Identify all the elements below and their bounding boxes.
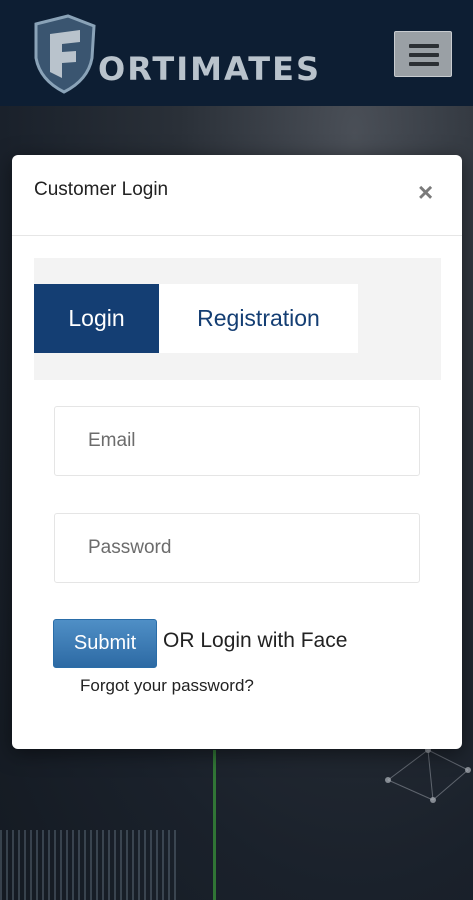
tab-login[interactable]: Login xyxy=(34,284,159,353)
background-bars xyxy=(0,830,180,900)
background-light-streak xyxy=(213,750,216,900)
auth-tabs: Login Registration xyxy=(34,258,441,380)
modal-title: Customer Login xyxy=(34,179,169,200)
hamburger-icon xyxy=(409,44,439,48)
email-field[interactable] xyxy=(54,406,420,476)
top-navbar: ORTIMATES xyxy=(0,0,473,106)
password-field[interactable] xyxy=(54,513,420,583)
hamburger-icon xyxy=(409,62,439,66)
modal-header: Customer Login × xyxy=(12,155,462,236)
close-icon[interactable]: × xyxy=(418,177,433,208)
menu-toggle-button[interactable] xyxy=(394,31,452,77)
tab-registration[interactable]: Registration xyxy=(159,284,358,353)
login-with-face-link[interactable]: OR Login with Face xyxy=(163,629,347,653)
forgot-password-link[interactable]: Forgot your password? xyxy=(80,676,254,696)
fortimates-logo[interactable]: ORTIMATES xyxy=(30,14,330,94)
shield-logo-icon xyxy=(34,14,96,94)
logo-wordmark: ORTIMATES xyxy=(98,50,321,88)
customer-login-modal: Customer Login × Login Registration Subm… xyxy=(12,155,462,749)
background-network xyxy=(385,747,471,803)
hamburger-icon xyxy=(409,53,439,57)
submit-button[interactable]: Submit xyxy=(53,619,157,668)
